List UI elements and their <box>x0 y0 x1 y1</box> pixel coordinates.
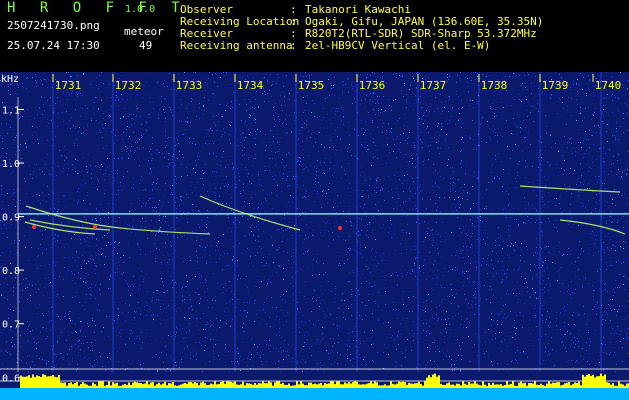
x-tick-label: 1738 <box>481 79 508 92</box>
antenna-value: 2el-HB9CV Vertical (el. E-W) <box>305 39 491 52</box>
x-tick-label: 1736 <box>359 79 386 92</box>
antenna-key: Receiving antenna <box>180 39 293 52</box>
x-tick-label: 1737 <box>420 79 447 92</box>
x-tick-label: 1734 <box>237 79 264 92</box>
antenna-colon: : <box>290 39 297 52</box>
meteor-count: 49 <box>139 39 153 52</box>
x-tick-label: 1731 <box>55 79 82 92</box>
y-axis-label: kHz <box>1 74 19 85</box>
minute-stripe <box>539 72 541 372</box>
minute-stripe <box>356 72 358 372</box>
y-tick-label: 1.1 <box>2 105 20 116</box>
x-tick-label: 1732 <box>115 79 142 92</box>
spectrogram-panel: kHz 1731 1732 1733 1734 1735 1736 1737 1738 1739… <box>0 72 629 400</box>
x-tick-label: 1740 <box>595 79 622 92</box>
x-tick-label: 1735 <box>298 79 325 92</box>
y-tick-label: 0.8 <box>2 266 20 277</box>
x-tick-label: 1733 <box>176 79 203 92</box>
x-tick-label: 1739 <box>542 79 569 92</box>
minute-stripe <box>417 72 419 372</box>
minute-stripe <box>52 72 54 372</box>
meteor-label: meteor <box>124 25 164 38</box>
minute-stripe <box>478 72 480 372</box>
meteor-head <box>32 225 36 229</box>
minute-stripe <box>600 72 602 372</box>
minute-stripe <box>234 72 236 372</box>
meteor-head <box>93 225 97 229</box>
y-tick-label: 0.6 <box>2 373 20 384</box>
minute-stripe <box>295 72 297 372</box>
header-panel: H R O F F T 1.0.0 2507241730.png 25.07.2… <box>0 0 629 72</box>
app-title: H R O F F T <box>7 0 188 16</box>
app-version: 1.0.0 <box>125 4 156 15</box>
baseline-fill <box>0 388 629 400</box>
minute-stripe <box>112 72 114 372</box>
observation-datetime: 25.07.24 17:30 <box>7 39 100 52</box>
image-filename: 2507241730.png <box>7 19 100 32</box>
y-tick-label: 0.7 <box>2 320 20 331</box>
meteor-head <box>338 226 342 230</box>
spectrogram-chart: kHz 1731 1732 1733 1734 1735 1736 1737 1738 1739… <box>0 72 629 400</box>
y-tick-label: 0.9 <box>2 213 20 224</box>
spectrogram-background <box>0 72 629 400</box>
y-tick-label: 1.0 <box>2 159 20 170</box>
minute-stripe <box>173 72 175 372</box>
